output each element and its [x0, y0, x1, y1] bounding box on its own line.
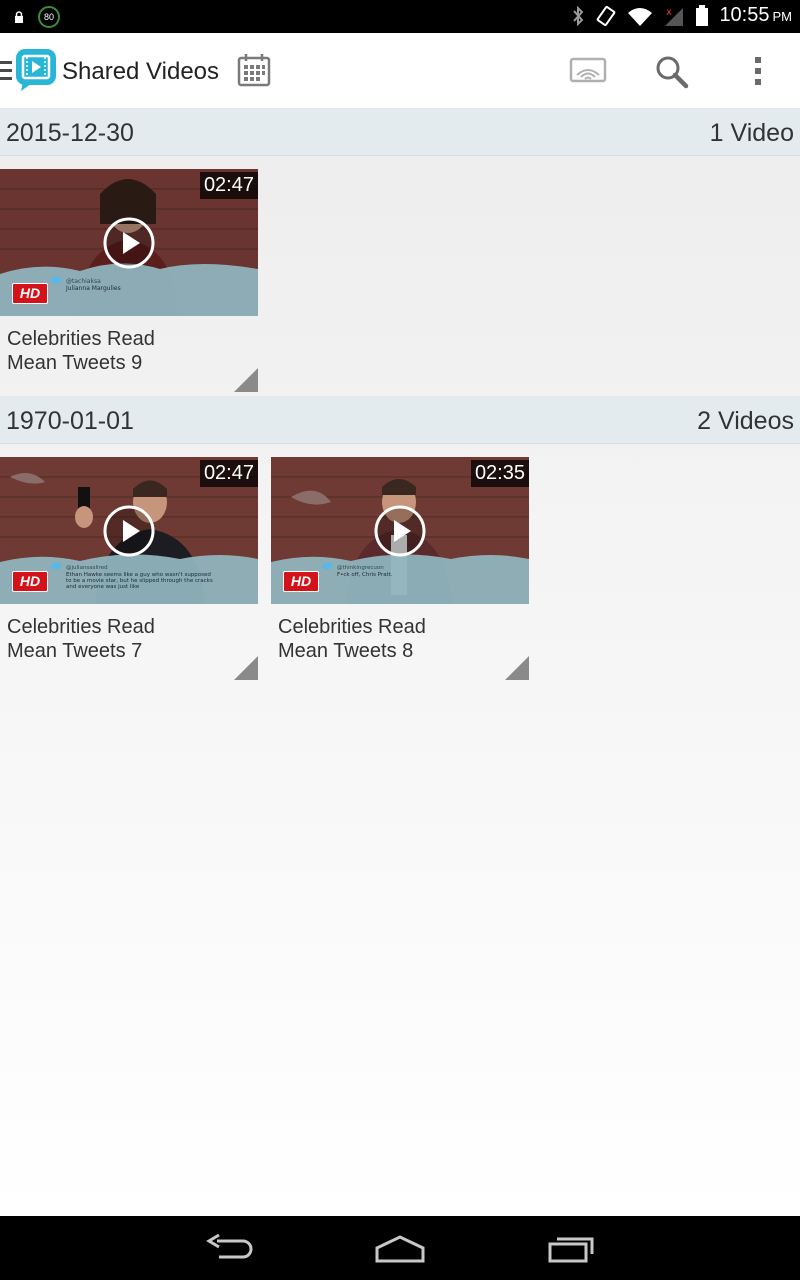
battery-icon — [696, 4, 709, 26]
options-corner-icon[interactable] — [234, 656, 258, 680]
play-icon[interactable] — [102, 216, 156, 270]
rotate-icon — [597, 5, 616, 26]
play-icon[interactable] — [373, 504, 427, 558]
video-list[interactable]: 2015-12-30 1 Video @tachiaksa Julianna M… — [0, 108, 800, 1216]
calendar-icon[interactable] — [237, 53, 271, 87]
section-header: 2015-12-30 1 Video — [0, 108, 800, 156]
video-duration: 02:35 — [470, 460, 529, 487]
video-card[interactable]: @juliansaslired Ethan Hawke seems like a… — [0, 457, 258, 680]
navigation-bar — [0, 1216, 800, 1280]
overflow-menu-icon[interactable] — [752, 55, 764, 87]
video-thumbnail[interactable]: @tachiaksa Julianna Margulies 02:47 HD — [0, 169, 258, 316]
wifi-icon — [628, 7, 653, 26]
cast-icon[interactable] — [569, 57, 607, 85]
battery-saver-badge: 80 — [38, 6, 60, 28]
home-icon[interactable] — [374, 1234, 426, 1264]
action-bar: Shared Videos — [0, 33, 800, 108]
video-title: Celebrities Read Mean Tweets 7 — [7, 616, 155, 662]
options-corner-icon[interactable] — [234, 368, 258, 392]
search-icon[interactable] — [655, 55, 689, 89]
video-thumbnail[interactable]: @juliansaslired Ethan Hawke seems like a… — [0, 457, 258, 604]
signal-icon: x — [665, 7, 684, 26]
recent-apps-icon[interactable] — [547, 1234, 595, 1264]
play-icon[interactable] — [102, 504, 156, 558]
video-title: Celebrities Read Mean Tweets 9 — [7, 328, 155, 374]
svg-text:and everyone was just like: and everyone was just like — [66, 584, 140, 590]
bluetooth-icon — [573, 5, 584, 26]
app-logo-icon[interactable] — [15, 48, 57, 92]
video-duration: 02:47 — [199, 172, 258, 199]
status-bar: 80 x 10:55 PM — [0, 0, 800, 33]
section-count: 1 Video — [709, 119, 794, 147]
section-date: 2015-12-30 — [6, 119, 134, 147]
svg-text:@tachiaksa: @tachiaksa — [66, 278, 101, 285]
video-card[interactable]: @thinkingrecuon F•ck off, Chris Pratt. 0… — [271, 457, 529, 680]
hd-badge: HD — [283, 571, 319, 592]
lock-icon — [15, 10, 23, 23]
svg-text:x: x — [666, 7, 672, 18]
svg-text:F•ck off, Chris Pratt.: F•ck off, Chris Pratt. — [337, 572, 393, 578]
video-duration: 02:47 — [199, 460, 258, 487]
svg-text:@juliansaslired: @juliansaslired — [66, 565, 108, 571]
section-date: 1970-01-01 — [6, 407, 134, 435]
page-title: Shared Videos — [62, 58, 220, 85]
section-header: 1970-01-01 2 Videos — [0, 396, 800, 444]
svg-text:@thinkingrecuon: @thinkingrecuon — [337, 565, 384, 571]
back-icon[interactable] — [205, 1233, 255, 1265]
hd-badge: HD — [12, 283, 48, 304]
menu-icon[interactable] — [0, 61, 12, 81]
video-card[interactable]: @tachiaksa Julianna Margulies 02:47 HD C… — [0, 169, 258, 392]
clock: 10:55 PM — [719, 4, 792, 26]
section-count: 2 Videos — [697, 407, 794, 435]
hd-badge: HD — [12, 571, 48, 592]
options-corner-icon[interactable] — [505, 656, 529, 680]
svg-text:Julianna Margulies: Julianna Margulies — [65, 285, 121, 292]
video-thumbnail[interactable]: @thinkingrecuon F•ck off, Chris Pratt. 0… — [271, 457, 529, 604]
video-title: Celebrities Read Mean Tweets 8 — [278, 616, 426, 662]
